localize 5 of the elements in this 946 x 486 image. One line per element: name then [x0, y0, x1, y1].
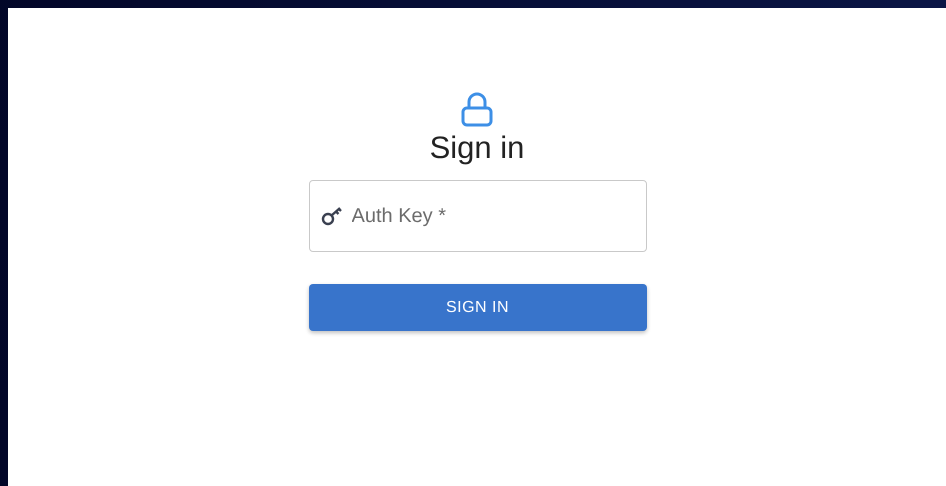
auth-key-field[interactable]: Auth Key *	[308, 180, 646, 252]
page-title: Sign in	[430, 130, 524, 166]
key-icon	[320, 206, 344, 226]
sign-in-button[interactable]: SIGN IN	[308, 284, 646, 331]
lock-icon	[460, 92, 494, 128]
